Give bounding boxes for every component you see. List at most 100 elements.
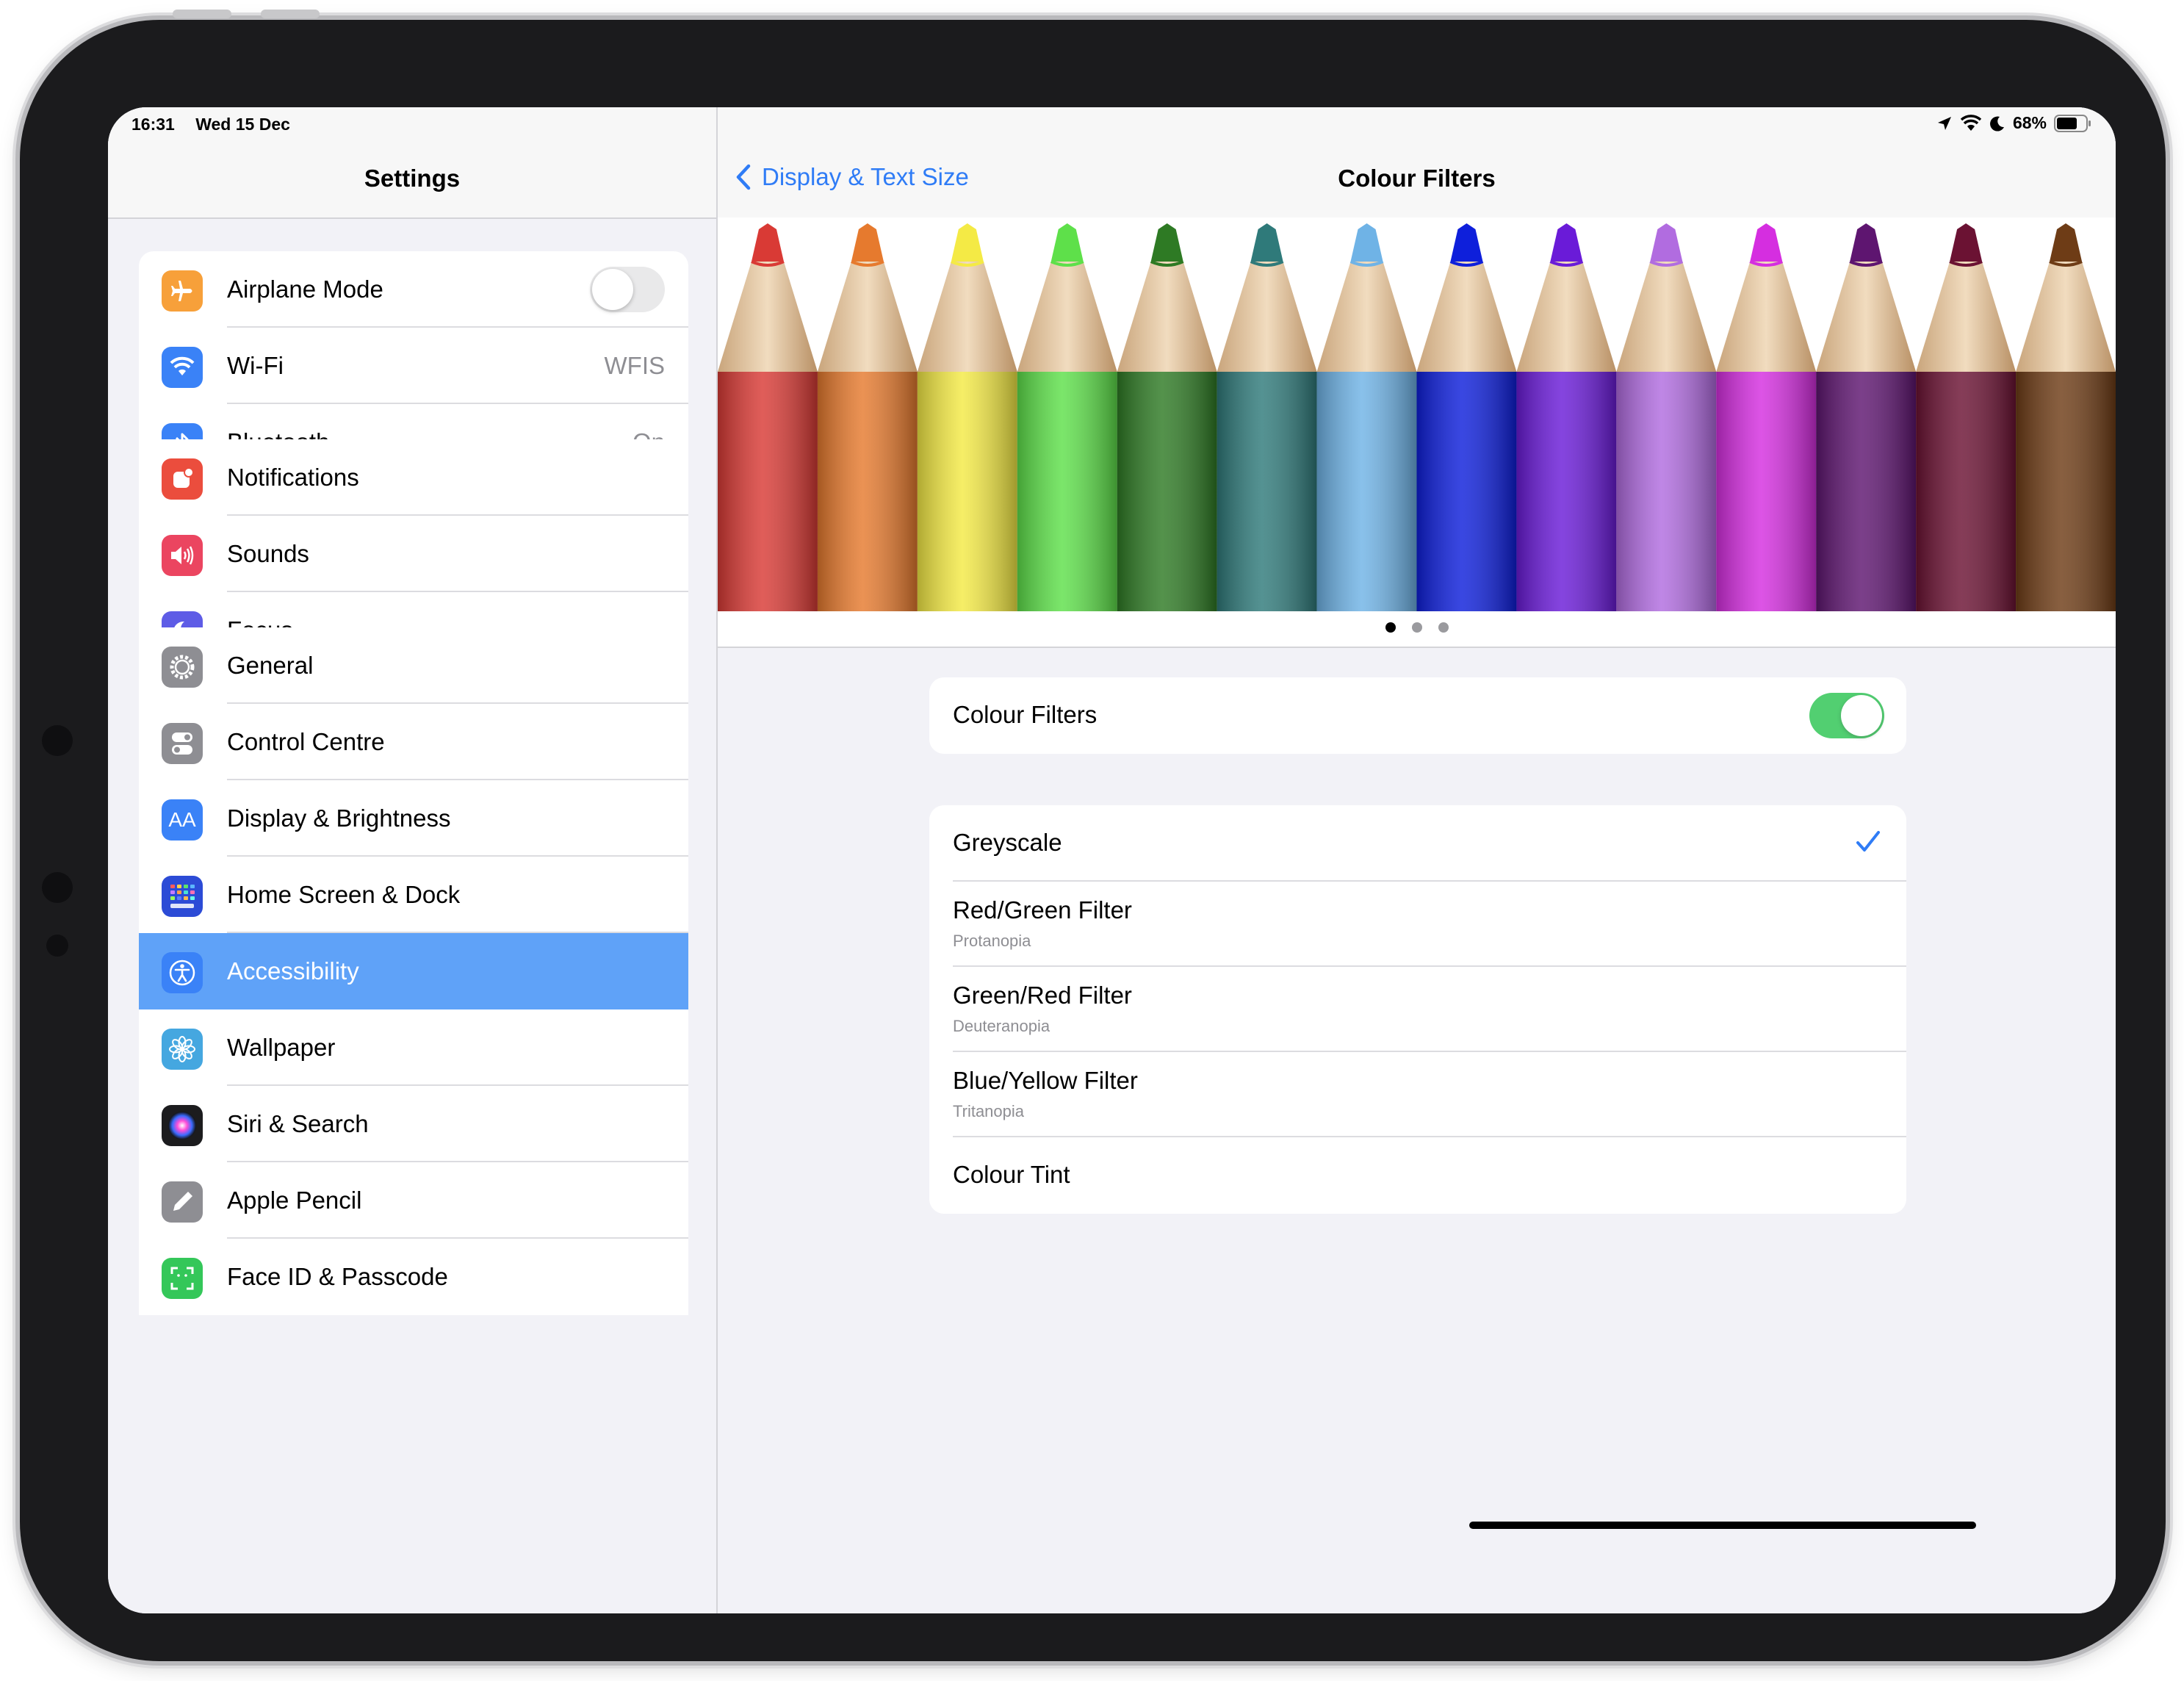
wifi-icon [162,347,203,388]
switch-knob [592,269,633,310]
sidebar-item-sounds[interactable]: Sounds [139,516,688,592]
filter-option-subtitle: Deuteranopia [953,1017,1050,1035]
airplane-mode-switch[interactable] [590,267,665,312]
sidebar-item-face-id-passcode[interactable]: Face ID & Passcode [139,1239,688,1315]
colour-filters-toggle-card: Colour Filters [929,677,1906,754]
page-control[interactable] [718,611,2116,648]
face-id-icon [162,1258,203,1299]
status-bar-right: 68% [1936,113,2092,133]
filter-option-label: Blue/Yellow Filter [953,1067,1138,1094]
pencil [1416,223,1517,611]
airplane-icon [162,270,203,312]
status-date: Wed 15 Dec [195,115,290,134]
pencil [1816,223,1917,611]
sidebar-item-apple-pencil[interactable]: Apple Pencil [139,1162,688,1239]
pencil [1516,223,1617,611]
filter-option-label: Colour Tint [953,1161,1070,1188]
home-indicator[interactable] [1469,1522,1976,1529]
filter-option-blue-yellow-filter[interactable]: Blue/Yellow Filter Tritanopia [929,1052,1906,1137]
sidebar-item-control-centre[interactable]: Control Centre [139,704,688,780]
filter-option-red-green-filter[interactable]: Red/Green Filter Protanopia [929,882,1906,967]
sidebar-item-label: Wallpaper [227,1034,336,1061]
colour-filters-toggle-row[interactable]: Colour Filters [929,677,1906,754]
battery-percent: 68% [2012,113,2047,132]
sidebar-item-label: Face ID & Passcode [227,1263,448,1290]
sidebar-item-label: Apple Pencil [227,1187,362,1214]
switch-knob [1841,695,1882,736]
sidebar-item-label: Airplane Mode [227,276,383,303]
sidebar-item-label: Sounds [227,540,309,567]
location-icon [1937,116,1951,130]
sidebar-item-label: Notifications [227,464,359,491]
wifi-status-icon [1960,114,1982,131]
pencil-icon [162,1181,203,1223]
notifications-icon [162,458,203,500]
detail-pane: 68% Display & Text Size Colour Filters C… [718,107,2116,1613]
colour-filters-switch[interactable] [1809,693,1884,738]
pencils-image [718,223,2116,611]
sidebar-item-notifications[interactable]: Notifications [139,439,688,516]
filter-option-label: Red/Green Filter [953,896,1132,924]
sidebar-item-label: Accessibility [227,957,359,985]
pencil [1117,223,1217,611]
wallpaper-icon [162,1029,203,1070]
gear-icon [162,647,203,688]
accessibility-icon [162,952,203,993]
sidebar-item-home-screen-dock[interactable]: Home Screen & Dock [139,857,688,933]
siri-icon [162,1105,203,1146]
sidebar-item-airplane-mode[interactable]: Airplane Mode [139,251,688,328]
pencil [817,223,918,611]
battery-icon [2054,114,2091,132]
sidebar-item-accessibility[interactable]: Accessibility [139,933,688,1009]
pencil [917,223,1017,611]
sidebar-title: Settings [364,165,461,192]
pencil [1916,223,2017,611]
sidebar-item-siri-search[interactable]: Siri & Search [139,1086,688,1162]
sidebar-item-general[interactable]: General [139,627,688,704]
page-dot[interactable] [1438,622,1449,633]
sidebar-item-wi-fi[interactable]: Wi-Fi WFIS [139,328,688,404]
sidebar-item-label: Home Screen & Dock [227,881,461,908]
pencil [2016,223,2116,611]
filter-option-label: Greyscale [953,829,1062,856]
detail-nav-bar: 68% Display & Text Size Colour Filters [718,107,2116,217]
control-centre-icon [162,723,203,764]
filter-option-colour-tint[interactable]: Colour Tint [929,1137,1906,1214]
sidebar-item-value: WFIS [604,352,665,379]
filter-option-subtitle: Protanopia [953,932,1031,950]
pencil [1616,223,1717,611]
sidebar-item-wallpaper[interactable]: Wallpaper [139,1009,688,1086]
page-dot[interactable] [1412,622,1422,633]
colour-pencils-preview[interactable] [718,217,2116,611]
filter-option-greyscale[interactable]: Greyscale [929,805,1906,882]
sidebar-item-display-brightness[interactable]: AA Display & Brightness [139,780,688,857]
filter-options-list: Greyscale Red/Green Filter Protanopia Green… [929,805,1906,1214]
sidebar-item-label: Control Centre [227,728,385,755]
sidebar-item-label: Siri & Search [227,1110,369,1137]
home-screen-icon [162,876,203,917]
page-dot[interactable] [1385,622,1396,633]
checkmark-icon [1855,829,1881,859]
status-bar-left: 16:31 Wed 15 Dec [131,115,306,134]
settings-group: General Control Centre AA Display & Brightn… [139,627,688,1315]
filter-option-green-red-filter[interactable]: Green/Red Filter Deuteranopia [929,967,1906,1052]
pencil [1217,223,1317,611]
sidebar-item-label: Wi-Fi [227,352,284,379]
filter-option-label: Green/Red Filter [953,982,1132,1009]
status-time: 16:31 [131,115,175,134]
sounds-icon [162,535,203,576]
colour-filters-label: Colour Filters [953,701,1098,728]
moon-status-icon [1989,116,2004,132]
sensor-icon [42,872,73,903]
pencil [1716,223,1817,611]
screen: 16:31 Wed 15 Dec Settings Airplane Mode W… [108,107,2116,1613]
ipad-frame: 16:31 Wed 15 Dec Settings Airplane Mode W… [20,10,2166,1661]
sidebar-header: 16:31 Wed 15 Dec Settings [108,107,716,219]
settings-sidebar: 16:31 Wed 15 Dec Settings Airplane Mode W… [108,107,716,1613]
pencil [1017,223,1117,611]
filter-option-subtitle: Tritanopia [953,1102,1025,1120]
page-title: Colour Filters [1338,165,1496,192]
display-icon: AA [162,799,203,840]
camera-icon [42,725,73,756]
volume-button [173,10,231,18]
